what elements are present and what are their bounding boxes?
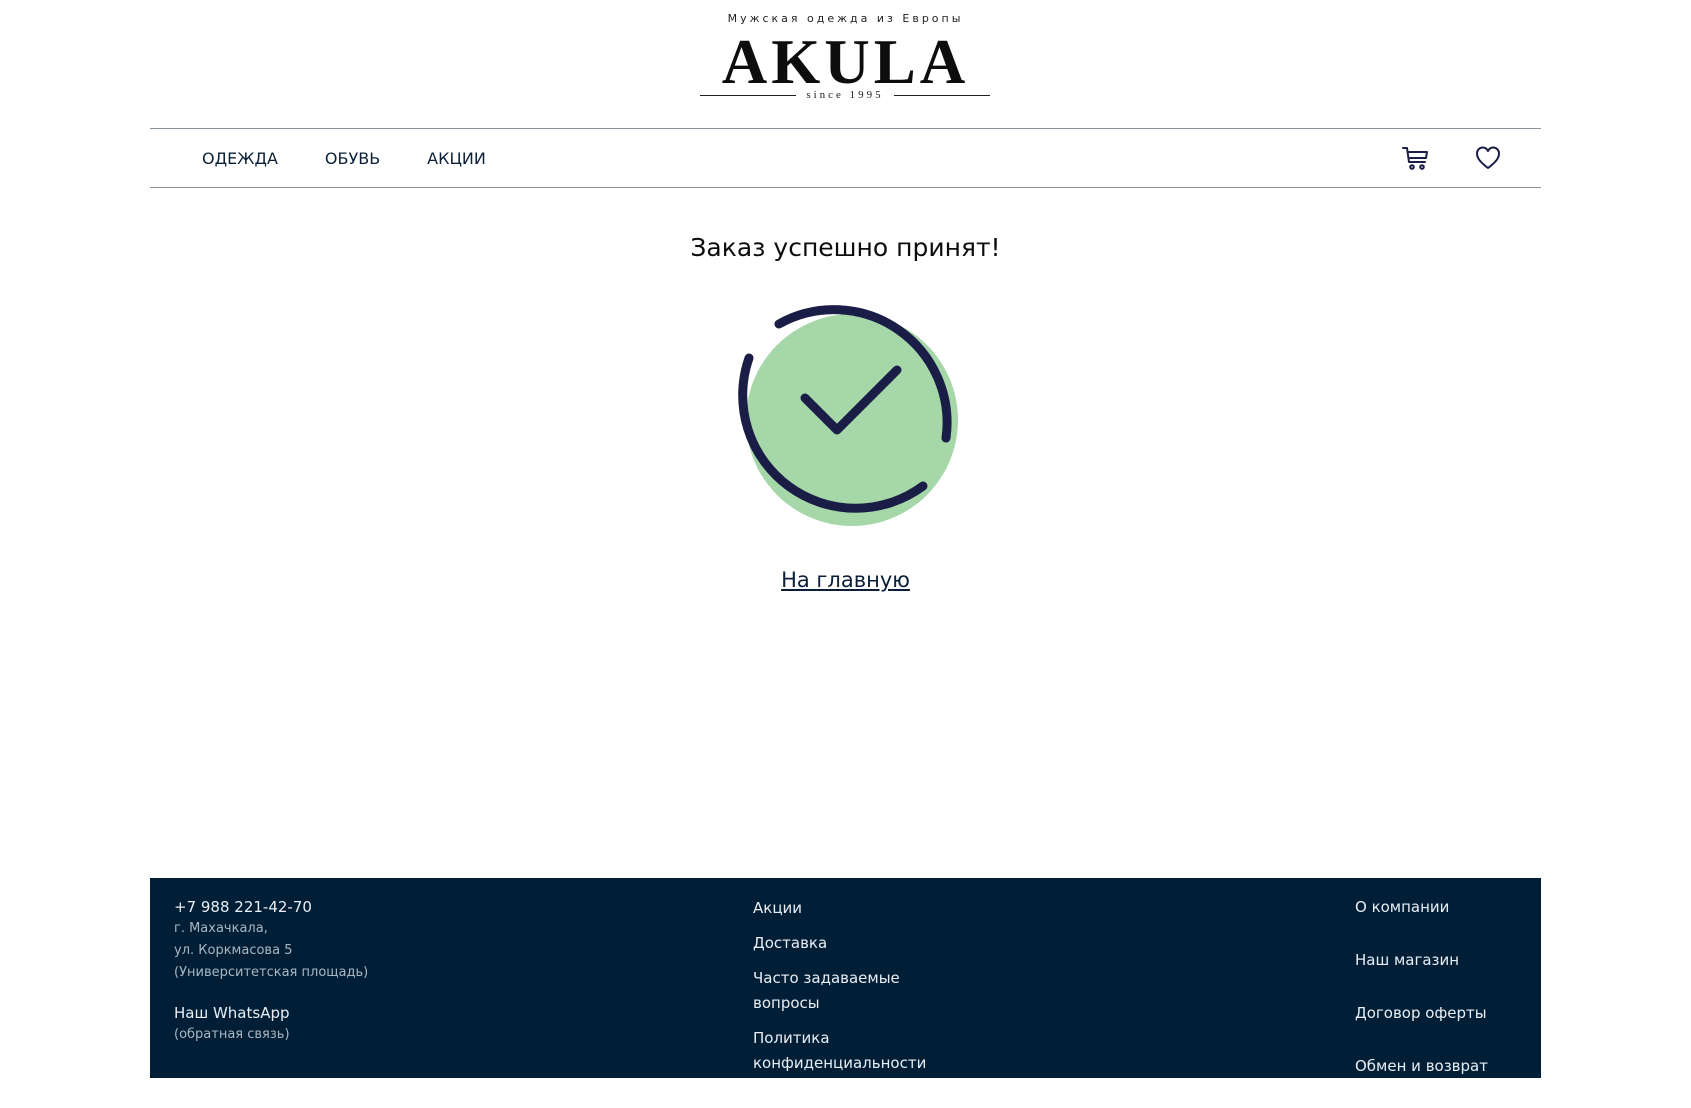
footer-link-store[interactable]: Наш магазин xyxy=(1355,949,1488,971)
home-link-container: На главную xyxy=(0,568,1691,592)
logo-since: since 1995 xyxy=(806,89,884,101)
page-title: Заказ успешно принят! xyxy=(690,233,1001,262)
nav-icons xyxy=(1401,129,1503,187)
logo-rule-right xyxy=(893,94,991,96)
success-check-icon xyxy=(727,282,977,532)
footer: +7 988 221-42-70 г. Махачкала, ул. Коркм… xyxy=(150,878,1541,1078)
footer-link-delivery[interactable]: Доставка xyxy=(753,931,953,956)
nav-item-sales[interactable]: АКЦИИ xyxy=(427,149,486,168)
footer-address-line: (Университетская площадь) xyxy=(174,965,369,980)
footer-link-privacy[interactable]: Политика конфиденциальности xyxy=(753,1026,953,1076)
footer-link-about[interactable]: О компании xyxy=(1355,896,1488,918)
logo-since-row: since 1995 xyxy=(700,88,991,102)
footer-contact: +7 988 221-42-70 г. Махачкала, ул. Коркм… xyxy=(174,896,368,1046)
logo-rule-left xyxy=(700,94,797,96)
footer-address-line: г. Махачкала, xyxy=(174,921,268,936)
footer-links-middle: Акции Доставка Часто задаваемые вопросы … xyxy=(753,896,953,1086)
footer-links-right: О компании Наш магазин Договор оферты Об… xyxy=(1355,896,1488,1108)
nav-item-clothing[interactable]: ОДЕЖДА xyxy=(202,149,278,168)
main-nav: ОДЕЖДА ОБУВЬ АКЦИИ xyxy=(150,128,1541,188)
footer-whatsapp-link[interactable]: Наш WhatsApp xyxy=(174,1002,368,1024)
footer-address-line: ул. Коркмасова 5 xyxy=(174,943,293,958)
heart-icon[interactable] xyxy=(1473,143,1503,173)
footer-link-sales[interactable]: Акции xyxy=(753,896,953,921)
footer-whatsapp-note: (обратная связь) xyxy=(174,1027,290,1042)
footer-link-offer[interactable]: Договор оферты xyxy=(1355,1002,1488,1024)
footer-phone[interactable]: +7 988 221-42-70 xyxy=(174,896,368,918)
footer-link-returns[interactable]: Обмен и возврат xyxy=(1355,1055,1488,1077)
nav-item-shoes[interactable]: ОБУВЬ xyxy=(325,149,380,168)
cart-icon[interactable] xyxy=(1401,143,1431,173)
home-link[interactable]: На главную xyxy=(781,568,910,592)
logo-tagline: Мужская одежда из Европы xyxy=(727,12,964,25)
nav-menu: ОДЕЖДА ОБУВЬ АКЦИИ xyxy=(202,129,486,187)
footer-link-faq[interactable]: Часто задаваемые вопросы xyxy=(753,966,953,1016)
site-logo[interactable]: Мужская одежда из Европы AKULA since 199… xyxy=(0,0,1691,125)
